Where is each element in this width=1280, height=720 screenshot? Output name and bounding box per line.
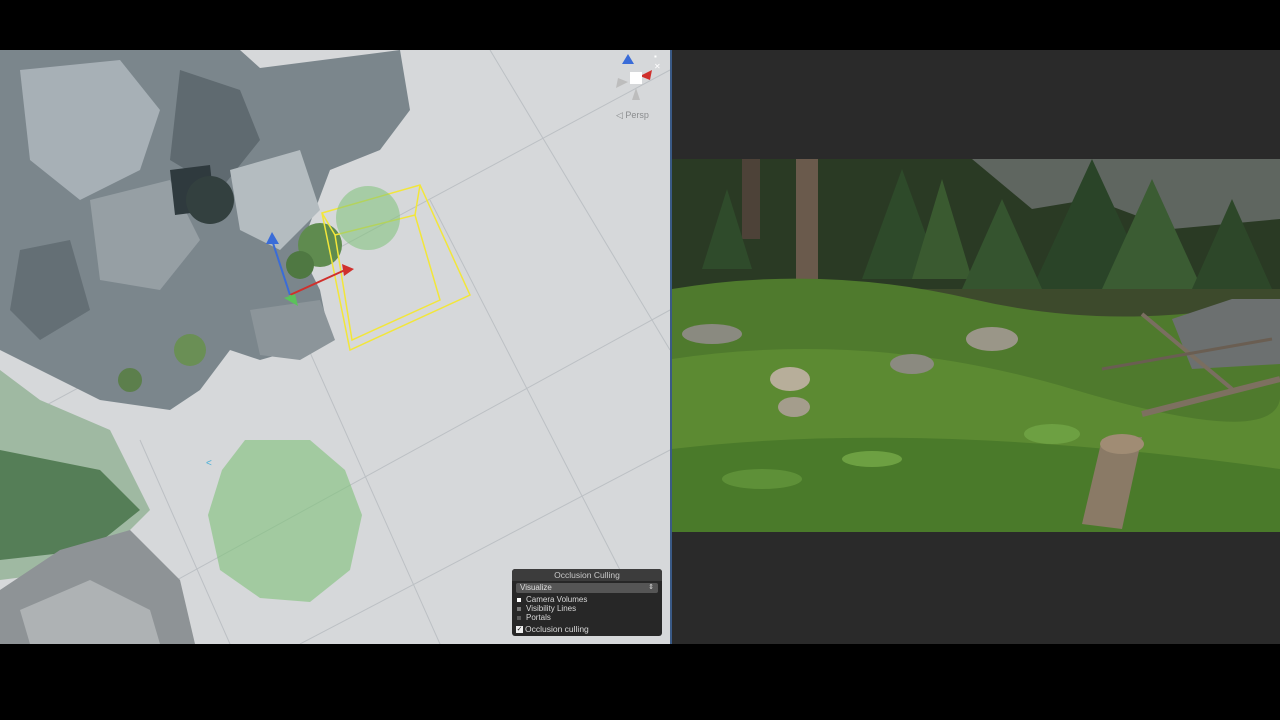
legend-visibility-lines: Visibility Lines: [512, 604, 662, 613]
lock-icon[interactable]: ▪: [654, 52, 668, 62]
terrain-lower: [0, 370, 195, 644]
legend-swatch-icon: [517, 615, 521, 620]
legend-camera-volumes: Camera Volumes: [512, 595, 662, 604]
tree-trunk: [796, 159, 818, 284]
scene-viewport[interactable]: <: [0, 50, 670, 644]
close-icon[interactable]: ✕: [654, 62, 668, 72]
light-probe-marker: <: [206, 458, 212, 469]
legend-label: Visibility Lines: [526, 604, 577, 613]
occlusion-culling-toggle[interactable]: ✓ Occlusion culling: [512, 624, 662, 634]
gizmo-buttons[interactable]: ▪ ✕: [654, 52, 668, 72]
visualize-mode-value: Visualize: [520, 583, 552, 592]
legend-portals: Portals: [512, 613, 662, 622]
legend-label: Camera Volumes: [526, 595, 588, 604]
scene-view[interactable]: < ▪ ✕ ◁ Persp Occlusion Culling Visualiz…: [0, 50, 670, 644]
occlusion-panel-title: Occlusion Culling: [512, 569, 662, 581]
checkbox-icon[interactable]: ✓: [516, 625, 523, 633]
legend-swatch-icon: [517, 597, 521, 602]
occlusion-culling-label: Occlusion culling: [525, 624, 589, 634]
legend-swatch-icon: [517, 606, 521, 611]
dropdown-arrow-icon: ⇕: [648, 584, 654, 591]
visualize-mode-select[interactable]: Visualize ⇕: [516, 583, 658, 593]
camera-volume-large: [208, 440, 362, 602]
projection-toggle[interactable]: ◁ Persp: [616, 110, 649, 121]
camera-volume-small: [336, 186, 400, 250]
game-render: [672, 159, 1280, 532]
game-view[interactable]: [672, 50, 1280, 644]
legend-label: Portals: [526, 613, 551, 622]
occlusion-culling-panel: Occlusion Culling Visualize ⇕ Camera Vol…: [512, 569, 662, 636]
